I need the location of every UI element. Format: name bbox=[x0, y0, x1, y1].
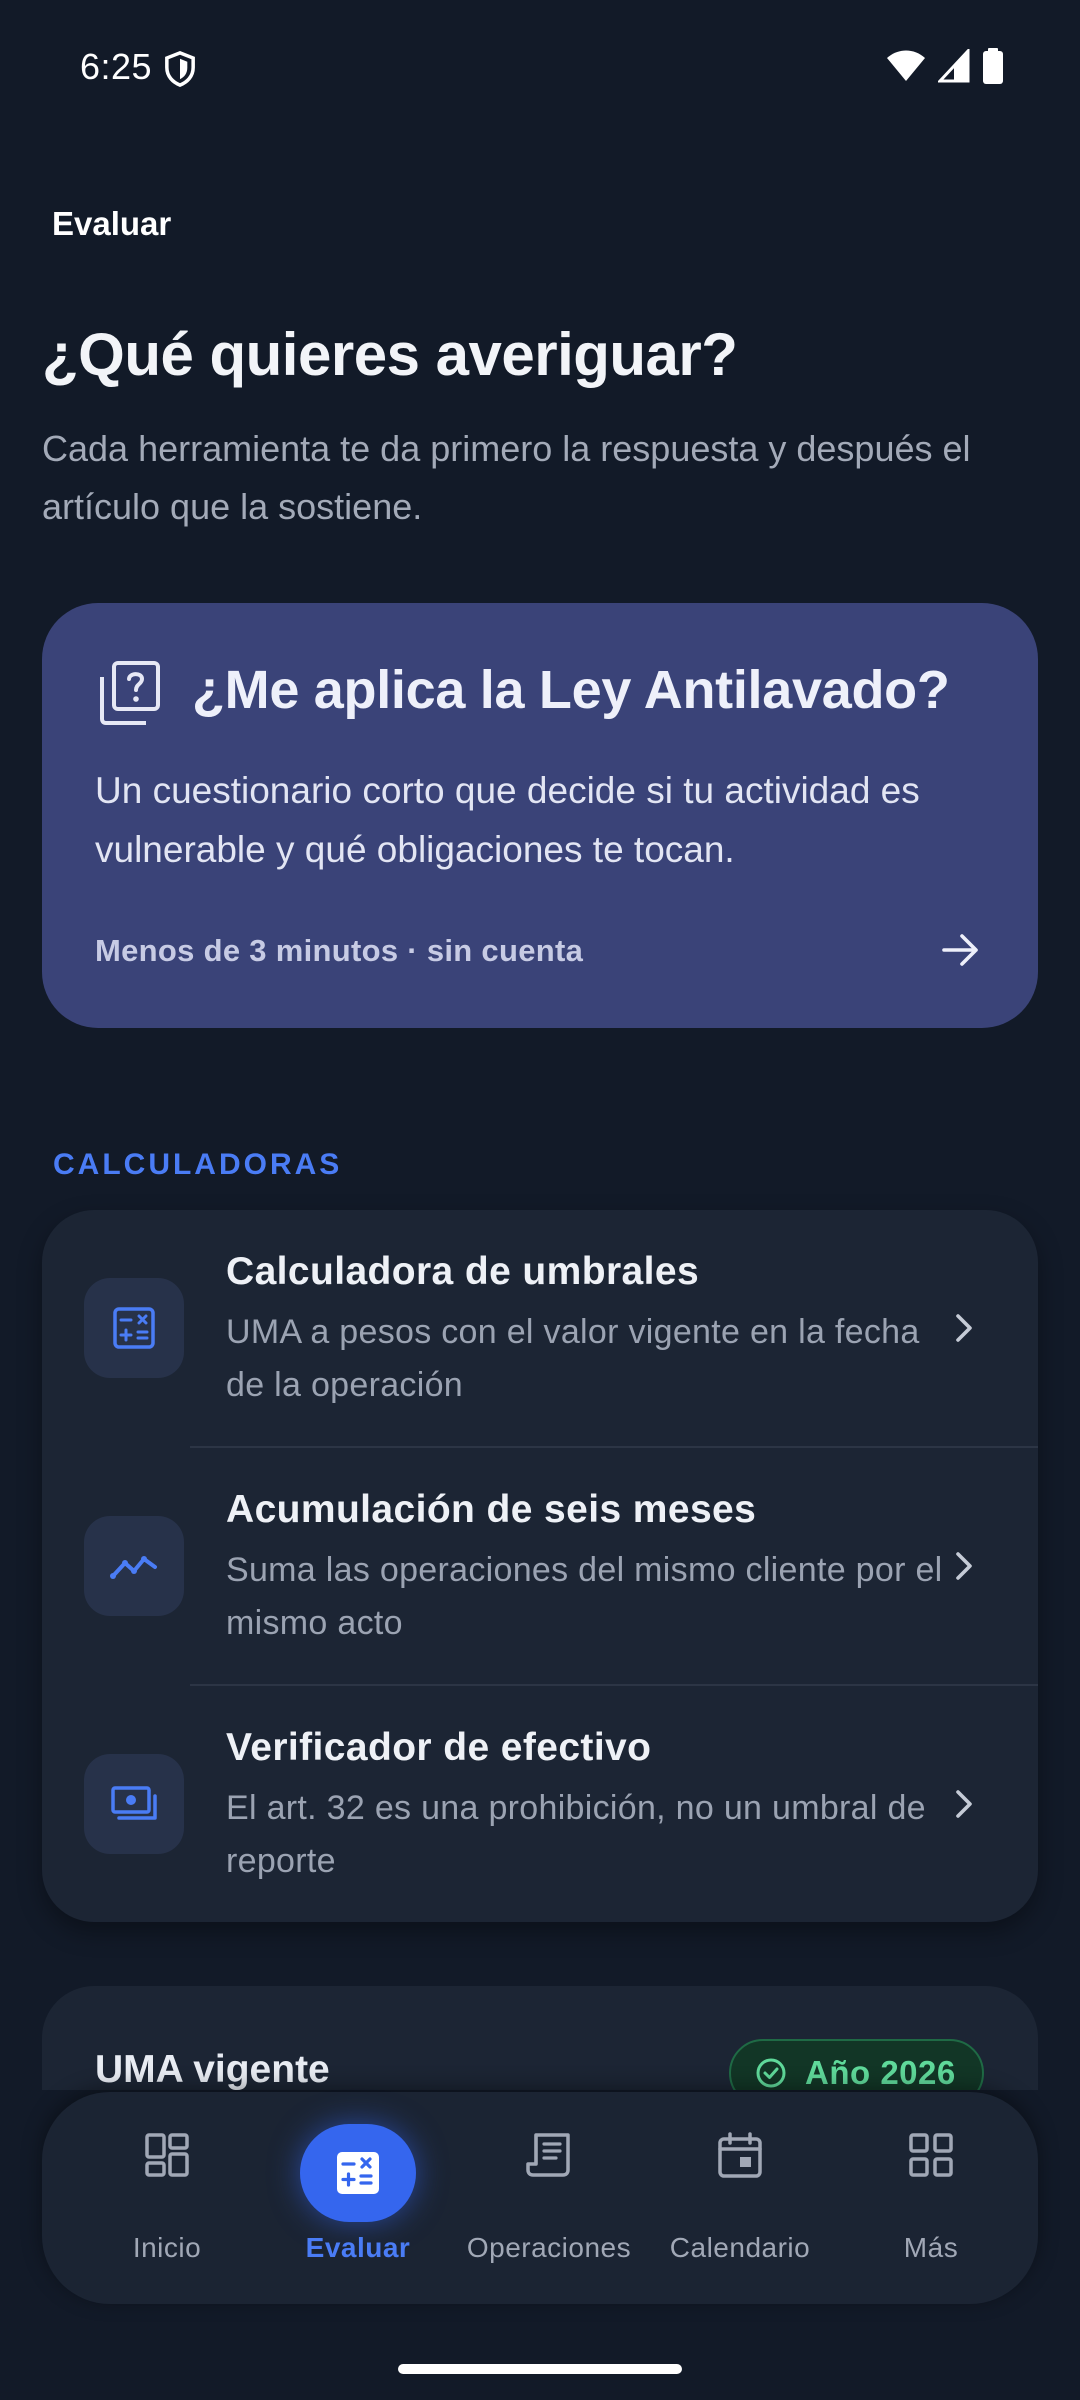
chevron-right-icon bbox=[956, 1314, 972, 1342]
calc-description: UMA a pesos con el valor vigente en la f… bbox=[226, 1313, 920, 1404]
calc-item-efectivo[interactable]: Verificador de efectivo El art. 32 es un… bbox=[42, 1686, 1038, 1922]
calc-icon-container bbox=[84, 1278, 184, 1378]
calc-icon-container bbox=[84, 1516, 184, 1616]
receipt-icon bbox=[526, 2133, 570, 2177]
page-subhead: Cada herramienta te da primero la respue… bbox=[42, 428, 971, 527]
section-label-calculadoras: CALCULADORAS bbox=[53, 1148, 343, 1181]
calculator-icon bbox=[337, 2152, 379, 2194]
calculator-icon bbox=[113, 1307, 155, 1349]
wifi-icon bbox=[887, 50, 925, 81]
calc-item-acumulacion[interactable]: Acumulación de seis meses Suma las opera… bbox=[42, 1448, 1038, 1686]
nav-item-inicio[interactable]: Inicio bbox=[72, 2092, 262, 2304]
evaluar-screen: 6:25 Evaluar ¿Qué quieres averiguar? Cad… bbox=[0, 0, 1080, 2400]
status-time: 6:25 bbox=[80, 46, 153, 87]
calendar-icon bbox=[718, 2132, 762, 2178]
page-headline: ¿Qué quieres averiguar? bbox=[42, 321, 738, 388]
grid-icon bbox=[909, 2133, 953, 2177]
dashboard-icon bbox=[145, 2133, 189, 2177]
status-bar: 6:25 bbox=[0, 0, 1080, 140]
antilavado-quiz-card[interactable]: ¿Me aplica la Ley Antilavado? Un cuestio… bbox=[42, 603, 1038, 1028]
nav-label: Operaciones bbox=[466, 2232, 632, 2263]
uma-badge-label: Año 2026 bbox=[805, 2054, 956, 2091]
nav-item-mas[interactable]: Más bbox=[836, 2092, 1026, 2304]
bottom-navigation: Inicio Evaluar Operaciones Calendario Má… bbox=[42, 2092, 1038, 2304]
cash-icon bbox=[111, 1786, 157, 1820]
nav-label: Calendario bbox=[669, 2232, 811, 2263]
hero-description: Un cuestionario corto que decide si tu a… bbox=[95, 770, 920, 870]
hero-footer: Menos de 3 minutos · sin cuenta bbox=[95, 933, 584, 968]
hero-title: ¿Me aplica la Ley Antilavado? bbox=[192, 660, 950, 720]
uma-title: UMA vigente bbox=[95, 2048, 330, 2091]
nav-label: Evaluar bbox=[305, 2232, 411, 2263]
check-circle-icon bbox=[756, 2058, 786, 2088]
calc-icon-container bbox=[84, 1754, 184, 1854]
chevron-right-icon bbox=[956, 1552, 972, 1580]
app-bar-title: Evaluar bbox=[52, 205, 172, 242]
trend-icon bbox=[110, 1556, 157, 1579]
calc-title: Acumulación de seis meses bbox=[226, 1488, 757, 1531]
nav-item-calendario[interactable]: Calendario bbox=[645, 2092, 835, 2304]
chevron-right-icon bbox=[956, 1790, 972, 1818]
home-indicator[interactable] bbox=[398, 2364, 682, 2374]
calc-item-umbrales[interactable]: Calculadora de umbrales UMA a pesos con … bbox=[42, 1210, 1038, 1448]
calc-title: Calculadora de umbrales bbox=[226, 1250, 700, 1293]
calculators-list: Calculadora de umbrales UMA a pesos con … bbox=[42, 1210, 1038, 1922]
shield-icon bbox=[165, 51, 195, 87]
nav-label: Inicio bbox=[132, 2232, 202, 2263]
cellular-signal-icon bbox=[938, 49, 970, 83]
battery-icon bbox=[983, 48, 1003, 84]
calc-title: Verificador de efectivo bbox=[226, 1726, 652, 1769]
quiz-icon bbox=[100, 661, 160, 725]
calc-description: Suma las operaciones del mismo cliente p… bbox=[226, 1551, 943, 1642]
nav-item-evaluar[interactable]: Evaluar bbox=[263, 2092, 453, 2304]
calc-description: El art. 32 es una prohibición, no un umb… bbox=[226, 1789, 926, 1880]
nav-label: Más bbox=[903, 2232, 959, 2263]
status-icons bbox=[886, 48, 1004, 84]
nav-item-operaciones[interactable]: Operaciones bbox=[454, 2092, 644, 2304]
arrow-right-icon bbox=[942, 934, 978, 966]
